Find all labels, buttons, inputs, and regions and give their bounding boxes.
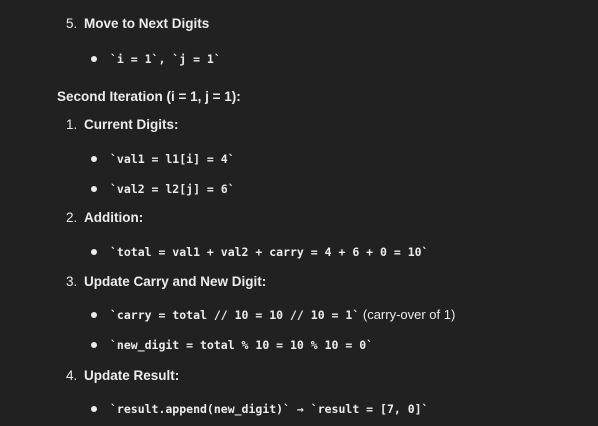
bullet-dot xyxy=(91,249,97,255)
step-title: Update Result: xyxy=(84,368,180,383)
inline-code: `result.append(new_digit)` → `result = [… xyxy=(110,402,429,416)
bullet-dot xyxy=(91,56,97,62)
step-number: 2. xyxy=(66,210,78,225)
step-number: 4. xyxy=(66,368,78,383)
inline-code: `new_digit = total % 10 = 10 % 10 = 0` xyxy=(110,338,374,352)
step-number: 5. xyxy=(66,16,78,31)
bullet-dot xyxy=(91,186,97,192)
bullet-dot xyxy=(91,156,97,162)
bullet-dot xyxy=(91,342,97,348)
step-title: Update Carry and New Digit: xyxy=(84,274,267,289)
step-title: Move to Next Digits xyxy=(84,16,210,31)
bullet-dot xyxy=(91,312,97,318)
inline-code: `i = 1`, `j = 1` xyxy=(110,52,221,66)
inline-code: `total = val1 + val2 + carry = 4 + 6 + 0… xyxy=(110,245,429,259)
iteration-heading: Second Iteration (i = 1, j = 1): xyxy=(57,89,241,104)
inline-code: `val2 = l2[j] = 6` xyxy=(110,182,235,196)
bullet-text: `carry = total // 10 = 10 // 10 = 1` (ca… xyxy=(110,306,455,324)
step-number: 1. xyxy=(66,117,78,132)
step-number: 3. xyxy=(66,274,78,289)
step-title: Current Digits: xyxy=(84,117,179,132)
chat-message-content: 5. Move to Next Digits `i = 1`, `j = 1` … xyxy=(0,0,598,426)
inline-code: `carry = total // 10 = 10 // 10 = 1` xyxy=(110,308,360,322)
carry-note: (carry-over of 1) xyxy=(359,307,456,322)
step-title: Addition: xyxy=(84,210,144,225)
bullet-dot xyxy=(91,406,97,412)
inline-code: `val1 = l1[i] = 4` xyxy=(110,152,235,166)
